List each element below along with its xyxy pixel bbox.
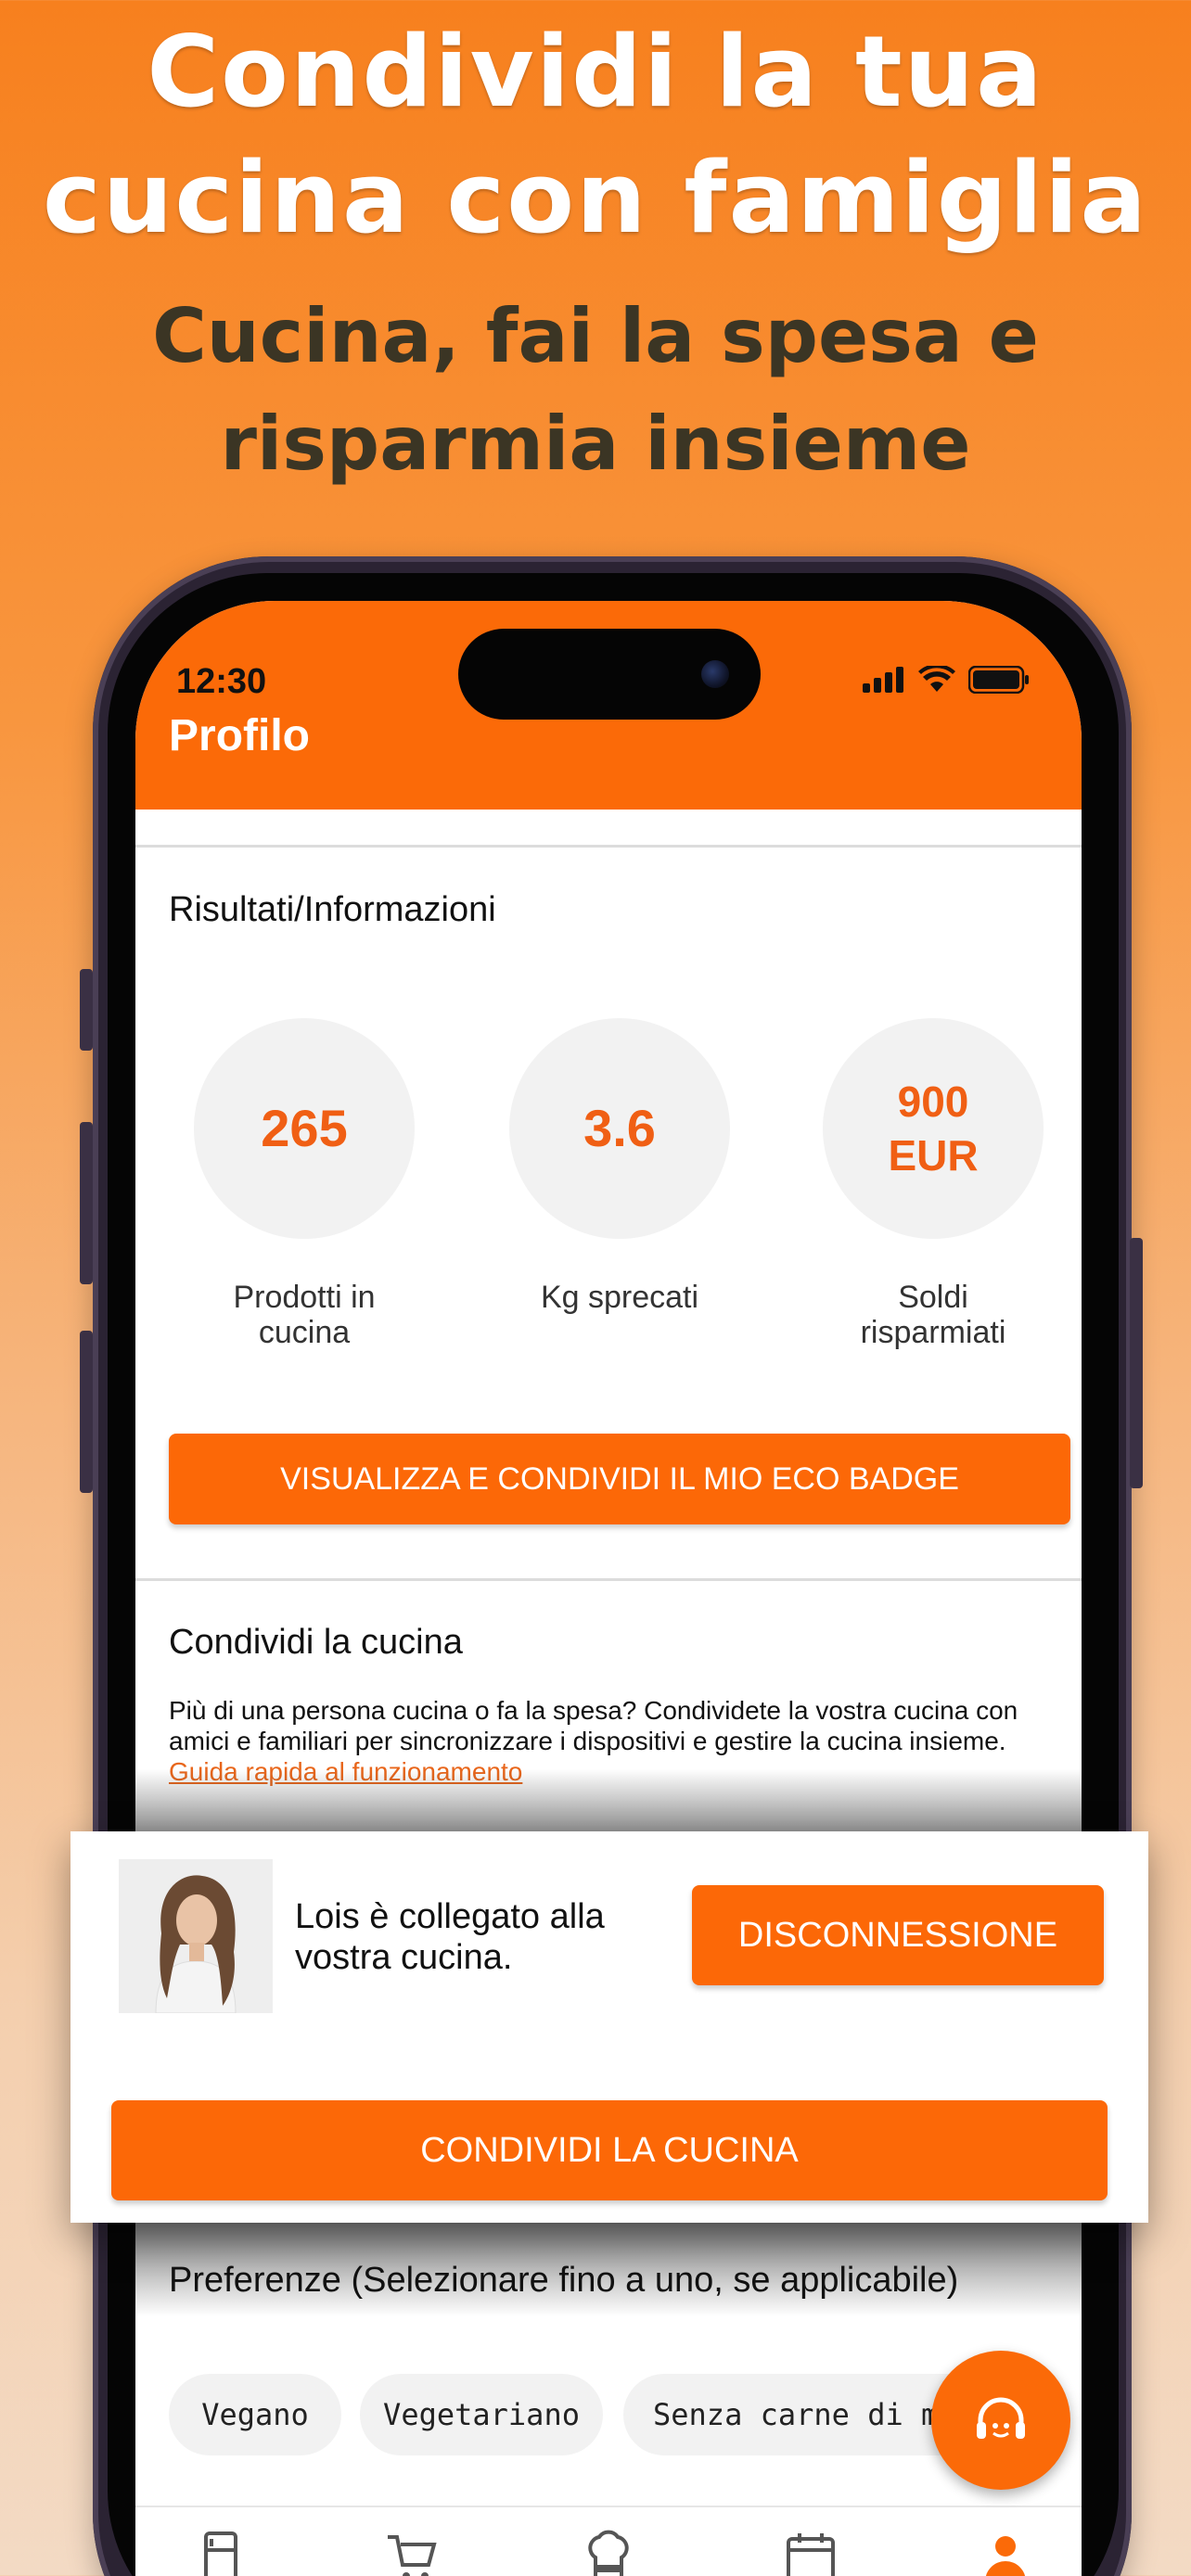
preferences-title: Preferenze (Selezionare fino a uno, se a…: [169, 2261, 959, 2300]
divider: [135, 1578, 1082, 1581]
phone-volume-down: [80, 1331, 93, 1493]
phone-mute-switch: [80, 969, 93, 1051]
stat-savings-value: 900 EUR: [823, 1018, 1044, 1239]
stat-savings-label-line2: risparmiati: [860, 1315, 1006, 1350]
chip-vegano[interactable]: Vegano: [169, 2374, 341, 2455]
stat-savings-currency: EUR: [888, 1131, 979, 1180]
headset-icon: [977, 2397, 1025, 2439]
profile-icon[interactable]: [978, 2530, 1033, 2576]
cart-icon[interactable]: [384, 2530, 440, 2576]
headline-line-2: cucina con famiglia: [43, 141, 1148, 255]
share-description-text: Più di una persona cucina o fa la spesa?…: [169, 1696, 1018, 1755]
disconnect-button[interactable]: DISCONNESSIONE: [692, 1885, 1104, 1985]
stat-waste-label-line1: Kg sprecati: [540, 1280, 699, 1315]
phone-volume-up: [80, 1122, 93, 1284]
battery-icon: [968, 666, 1029, 694]
subline-line-2: risparmia insieme: [220, 401, 971, 487]
stat-products-value: 265: [194, 1018, 415, 1239]
headline-line-1: Condividi la tua: [147, 15, 1044, 129]
stat-savings-label: Soldi risparmiati: [794, 1280, 1072, 1350]
wifi-icon: [918, 666, 955, 692]
app-bar: 12:30 Profilo: [135, 601, 1082, 810]
stat-products: 265 Prodotti in cucina: [165, 1018, 443, 1350]
stat-products-label-line1: Prodotti in: [233, 1280, 376, 1315]
status-icons: [863, 666, 1030, 694]
calendar-icon[interactable]: [783, 2530, 839, 2576]
stat-waste-value: 3.6: [509, 1018, 730, 1239]
page-title: Profilo: [169, 711, 310, 760]
stat-savings-amount: 900: [897, 1078, 969, 1126]
support-fab[interactable]: [931, 2351, 1070, 2490]
phone-screen: 12:30 Profilo Risultati/Informazioni 265…: [135, 601, 1082, 2576]
stat-waste-label: Kg sprecati: [480, 1280, 759, 1315]
chip-vegetariano[interactable]: Vegetariano: [360, 2374, 603, 2455]
stat-products-label-line2: cucina: [258, 1315, 351, 1350]
marketing-headline: Condividi la tua cucina con famiglia: [0, 9, 1191, 261]
signal-icon: [863, 667, 903, 693]
front-camera-icon: [701, 660, 729, 688]
stat-savings-label-line1: Soldi: [898, 1280, 968, 1315]
divider: [135, 845, 1082, 848]
phone-power-button: [1130, 1238, 1143, 1488]
dynamic-island: [458, 629, 761, 720]
stat-waste: 3.6 Kg sprecati: [480, 1018, 759, 1315]
results-title: Risultati/Informazioni: [169, 890, 496, 929]
stat-savings: 900 EUR Soldi risparmiati: [794, 1018, 1072, 1350]
share-title: Condividi la cucina: [169, 1623, 463, 1662]
marketing-subline: Cucina, fai la spesa e risparmia insieme: [0, 283, 1191, 498]
eco-badge-button[interactable]: VISUALIZZA E CONDIVIDI IL MIO ECO BADGE: [169, 1434, 1070, 1524]
connected-user-card: Lois è collegato alla vostra cucina. DIS…: [70, 1831, 1148, 2223]
stat-products-label: Prodotti in cucina: [165, 1280, 443, 1350]
connected-user-text: Lois è collegato alla vostra cucina.: [295, 1897, 605, 1977]
subline-line-1: Cucina, fai la spesa e: [152, 293, 1039, 379]
chef-hat-icon[interactable]: [581, 2530, 636, 2576]
share-kitchen-button[interactable]: CONDIVIDI LA CUCINA: [111, 2100, 1108, 2200]
avatar: [119, 1859, 273, 2013]
bottom-nav: [135, 2506, 1082, 2576]
fridge-icon[interactable]: [193, 2530, 249, 2576]
status-time: 12:30: [176, 662, 267, 701]
